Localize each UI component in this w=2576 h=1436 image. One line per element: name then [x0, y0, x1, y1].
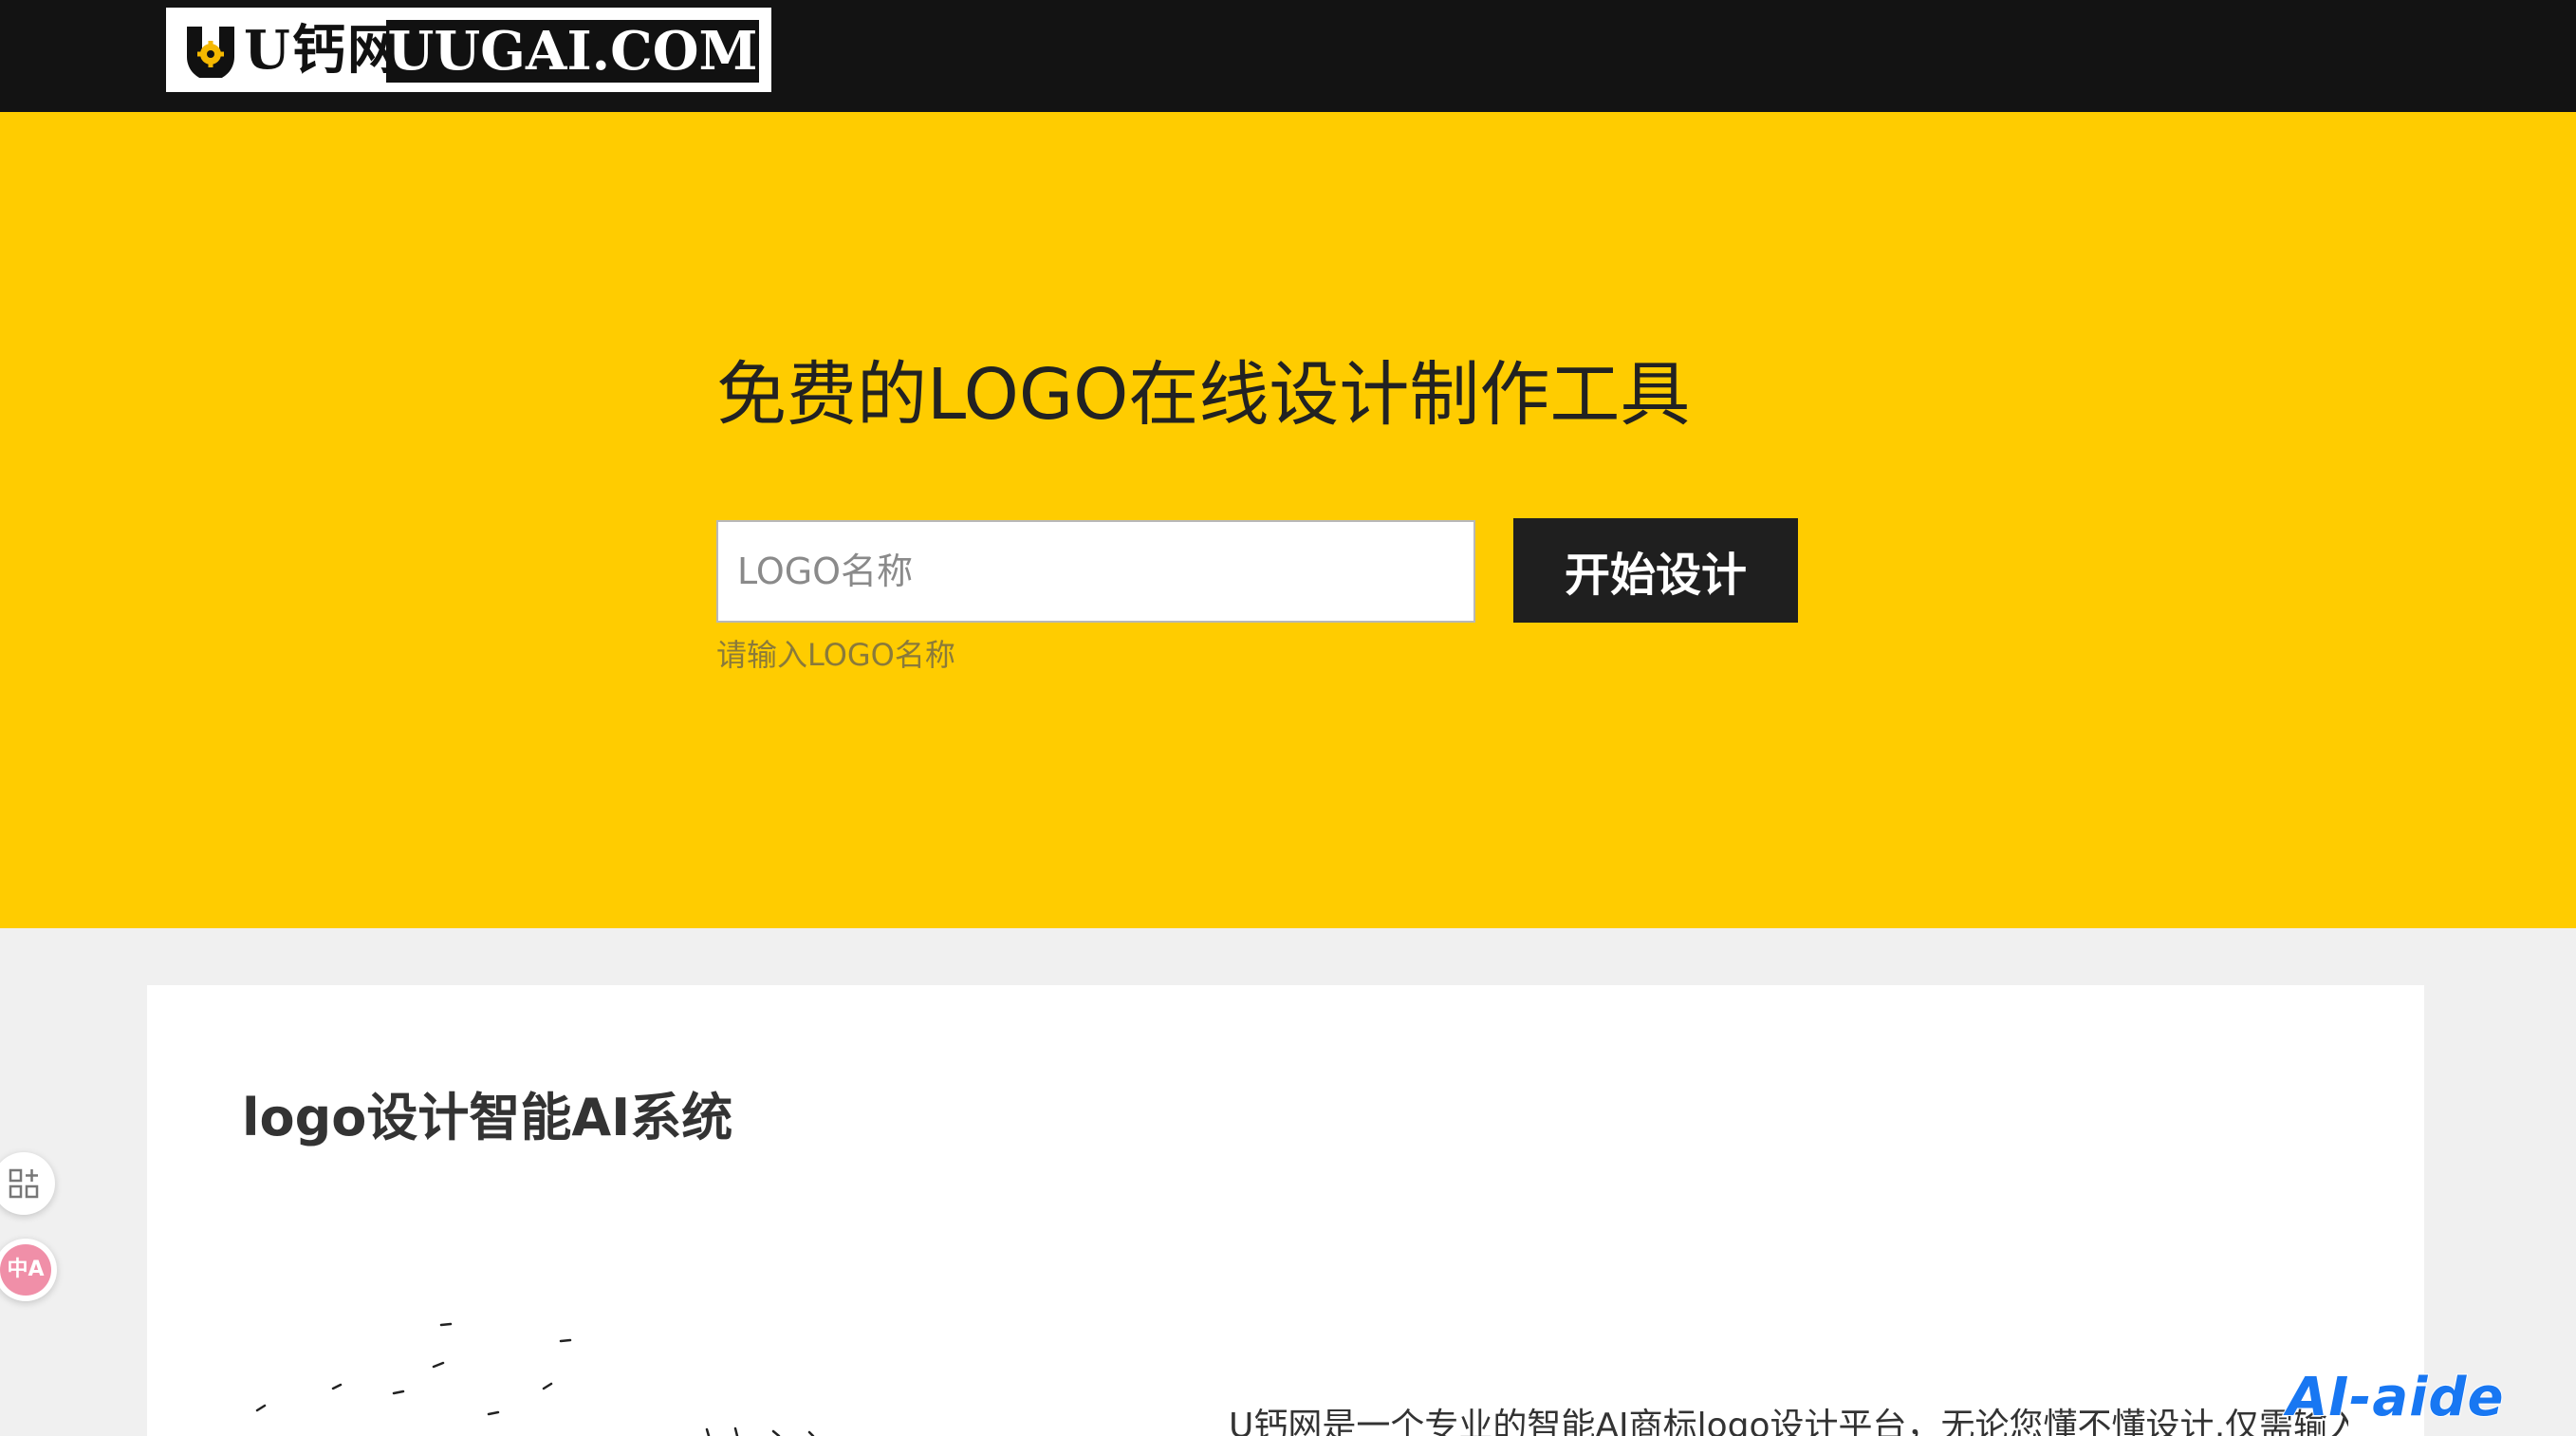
translate-icon: 中A	[0, 1244, 51, 1296]
site-logo[interactable]: U钙网 UUGAI.COM	[166, 8, 771, 92]
section-title: logo设计智能AI系统	[242, 1088, 733, 1147]
apps-float-button[interactable]	[0, 1152, 55, 1215]
apps-add-icon	[9, 1168, 39, 1199]
start-design-button[interactable]: 开始设计	[1513, 518, 1798, 623]
loading-illustration	[255, 1322, 815, 1436]
hero-section: 免费的LOGO在线设计制作工具 开始设计 请输入LOGO名称	[0, 112, 2576, 928]
input-hint-text: 请输入LOGO名称	[716, 637, 955, 673]
intro-description: U钙网是一个专业的智能AI商标logo设计平台，无论您懂不懂设计,仅需输入文字，…	[1229, 1407, 2348, 1436]
translate-float-button[interactable]: 中A	[0, 1239, 57, 1301]
hero-title: 免费的LOGO在线设计制作工具	[716, 354, 1691, 436]
logo-domain-text: UUGAI.COM	[386, 20, 759, 83]
logo-name-input[interactable]	[716, 520, 1475, 623]
top-navigation-bar: U钙网 UUGAI.COM	[0, 0, 2576, 112]
watermark-text: AI-aide	[2286, 1366, 2505, 1429]
intro-card: logo设计智能AI系统 U钙网是一个专业的智能AI商标logo设计平台，无论您…	[147, 985, 2424, 1436]
gear-u-logo-icon	[187, 27, 234, 78]
logo-chinese-text: U钙网	[244, 19, 402, 82]
